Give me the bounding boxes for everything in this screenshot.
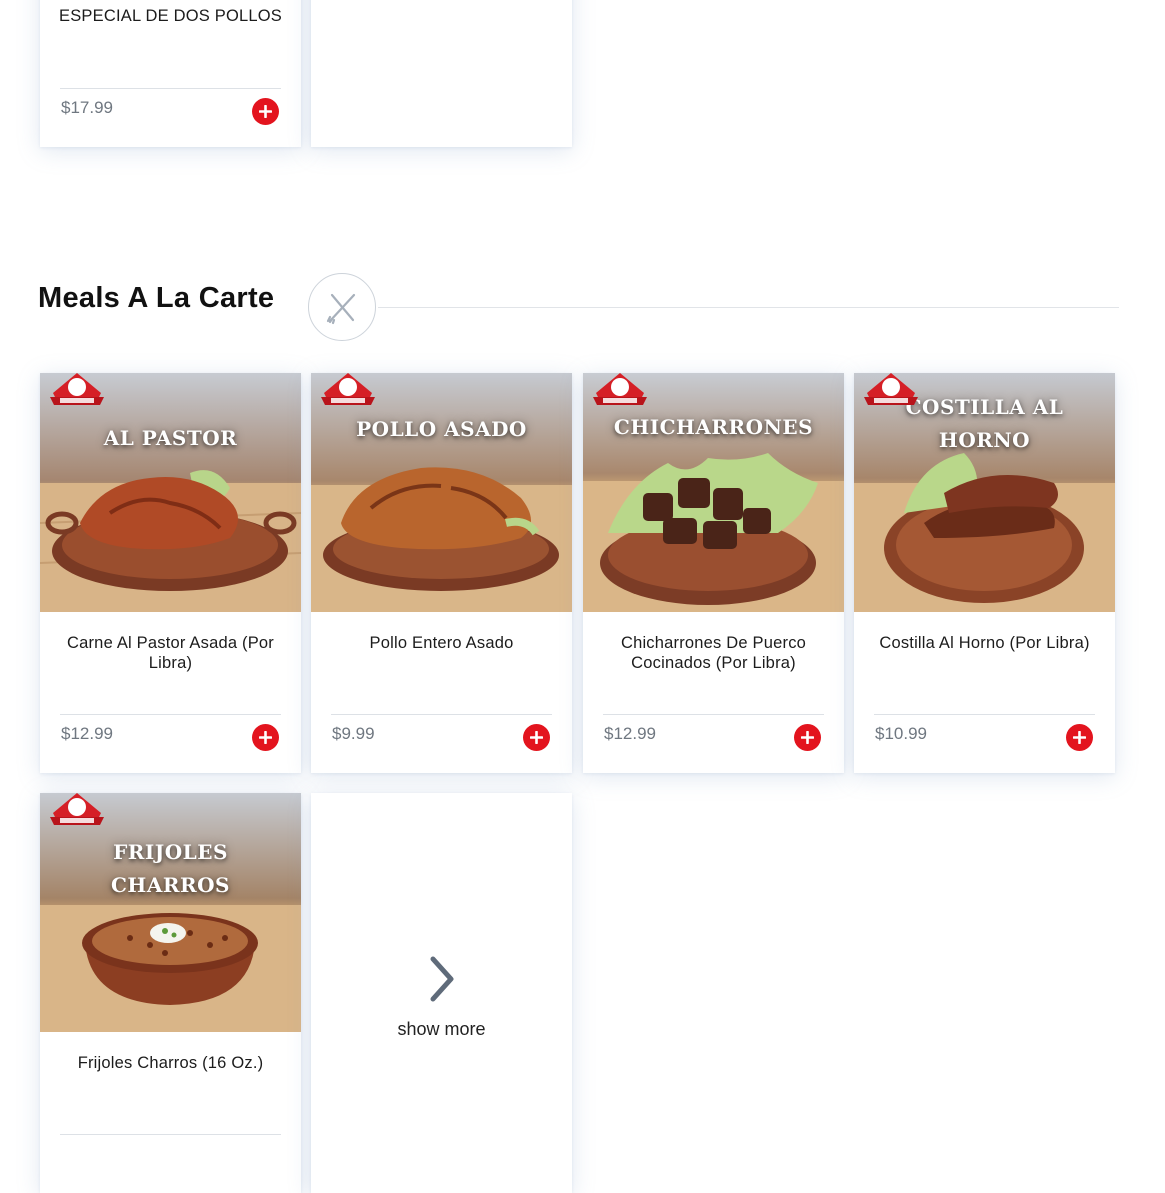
divider	[603, 714, 824, 715]
menu-item-card[interactable]: POLLO ASADO Pollo Entero Asado $9.99	[311, 373, 572, 773]
menu-item-card[interactable]: AL PASTOR Carne Al Pastor Asada (Por Lib…	[40, 373, 301, 773]
los-amigos-logo-icon	[50, 793, 104, 825]
los-amigos-logo-icon	[593, 373, 647, 405]
menu-item-name: Costilla Al Horno (Por Libra)	[879, 634, 1090, 652]
add-to-cart-button[interactable]	[252, 724, 279, 751]
plus-icon	[259, 731, 272, 744]
menu-item-name: Chicharrones De Puerco Cocinados (Por Li…	[620, 634, 807, 672]
plus-icon	[1073, 731, 1086, 744]
section-divider	[378, 307, 1119, 308]
los-amigos-logo-icon	[321, 373, 375, 405]
plus-icon	[801, 731, 814, 744]
menu-item-name: Pollo Entero Asado	[369, 634, 514, 652]
add-to-cart-button[interactable]	[252, 98, 279, 125]
menu-item-image-title: CHICHARRONES	[613, 415, 814, 439]
menu-item-price: $9.99	[332, 724, 375, 743]
show-more-link[interactable]: show more	[311, 1019, 572, 1040]
menu-item-name: ESPECIAL DE DOS POLLOS	[59, 7, 282, 25]
menu-item-name: Frijoles Charros (16 Oz.)	[77, 1054, 264, 1072]
plus-icon	[530, 731, 543, 744]
divider	[874, 714, 1095, 715]
menu-item-image: CHICHARRONES	[583, 373, 844, 612]
menu-item-card[interactable]: ESPECIAL DE DOS POLLOS $17.99	[40, 0, 301, 147]
add-to-cart-button[interactable]	[523, 724, 550, 751]
divider	[60, 714, 281, 715]
show-more-card[interactable]	[311, 793, 572, 1193]
utensils-icon	[326, 293, 356, 325]
menu-item-price: $12.99	[61, 724, 113, 743]
menu-item-card[interactable]: FRIJOLES CHARROS Frijoles Charros (16 Oz…	[40, 793, 301, 1193]
menu-item-image: FRIJOLES CHARROS	[40, 793, 301, 1032]
divider	[60, 88, 281, 89]
plus-icon	[259, 105, 272, 118]
chevron-right-icon	[430, 956, 454, 1002]
menu-item-card[interactable]: COSTILLA AL HORNO Costilla Al Horno (Por…	[854, 373, 1115, 773]
add-to-cart-button[interactable]	[1066, 724, 1093, 751]
menu-item-price: $17.99	[61, 98, 113, 117]
menu-item-image-title: FRIJOLES CHARROS	[111, 840, 230, 897]
divider	[331, 714, 552, 715]
section-title: Meals A La Carte	[38, 282, 275, 314]
menu-item-image: COSTILLA AL HORNO	[854, 373, 1115, 612]
empty-card	[311, 0, 572, 147]
add-to-cart-button[interactable]	[794, 724, 821, 751]
los-amigos-logo-icon	[50, 373, 104, 405]
menu-item-image-title: AL PASTOR	[103, 426, 238, 450]
section-icon-badge	[308, 273, 376, 341]
menu-item-image-title: POLLO ASADO	[356, 417, 527, 441]
menu-item-price: $10.99	[875, 724, 927, 743]
menu-item-name: Carne Al Pastor Asada (Por Libra)	[67, 634, 274, 672]
menu-item-card[interactable]: CHICHARRONES Chicharrones De Puerco Coci…	[583, 373, 844, 773]
los-amigos-logo-icon	[864, 373, 918, 405]
menu-item-price: $12.99	[604, 724, 656, 743]
menu-item-image: AL PASTOR	[40, 373, 301, 612]
menu-item-image: POLLO ASADO	[311, 373, 572, 612]
